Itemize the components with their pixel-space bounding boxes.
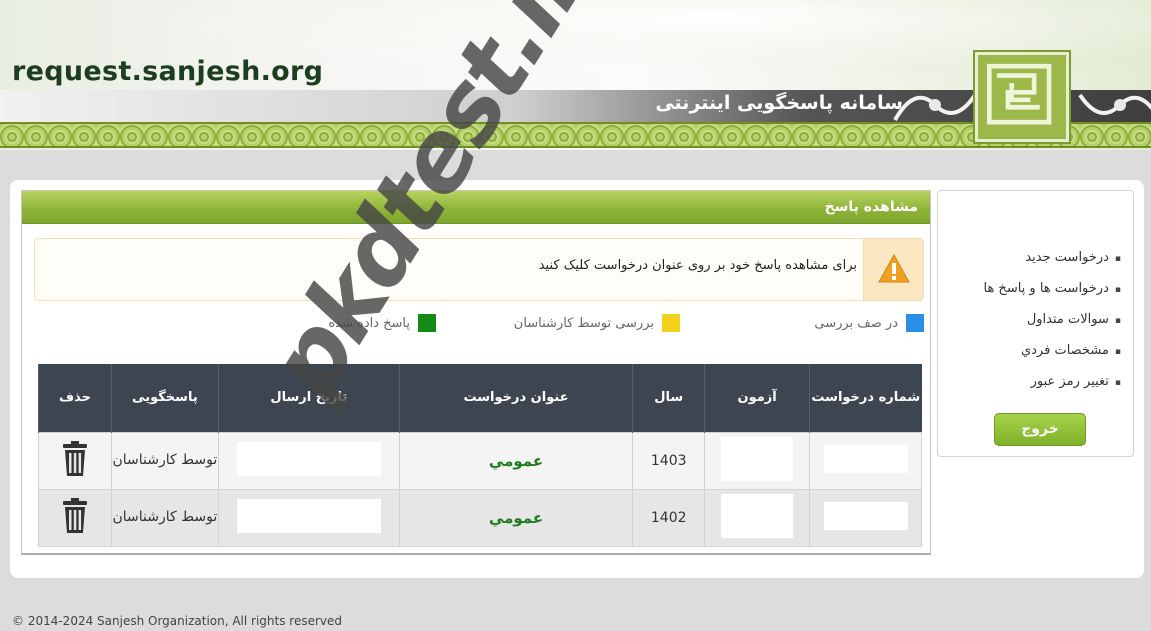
col-responder: پاسخگویی [110,364,219,432]
exam-cell [704,488,811,547]
delete-cell [38,431,112,490]
table-row: 1402 عمومي توسط کارشناسان [38,488,922,547]
sanjesh-logo [975,52,1069,142]
request-number-cell [809,431,922,490]
col-year: سال [632,364,705,432]
redacted-field [236,441,381,476]
legend-item-queued: در صف بررسی [814,313,924,333]
title-cell: عمومي [398,488,634,547]
sidebar-menu: درخواست جدید درخواست ها و پاسخ ها سوالات… [937,190,1134,457]
sidebar-item-profile[interactable]: مشخصات فردي [983,342,1121,373]
trash-icon[interactable] [61,440,89,478]
view-response-panel: مشاهده پاسخ برای مشاهده پاسخ خود بر روی … [21,190,931,555]
legend-label: پاسخ داده شده [328,315,410,331]
sidebar-list: درخواست جدید درخواست ها و پاسخ ها سوالات… [983,249,1121,404]
redacted-field [236,498,381,533]
ornament-left-icon [893,93,977,122]
footer-copyright: © 2014-2024 Sanjesh Organization, All ri… [12,614,343,628]
request-title-link[interactable]: عمومي [489,509,543,527]
request-number-cell [809,488,922,547]
request-title-link[interactable]: عمومي [489,452,543,470]
sanjesh-emblem-icon [987,63,1052,125]
alert-icon-cell [863,239,923,300]
responder-cell: توسط کارشناسان [110,488,219,547]
year-cell: 1402 [632,488,706,547]
info-alert: برای مشاهده پاسخ خود بر روی عنوان درخواس… [34,238,924,301]
table-row: 1403 عمومي توسط کارشناسان [38,431,922,490]
requests-table: شماره درخواست آزمون سال عنوان درخواست تا… [38,364,922,547]
site-url-logo: request.sanjesh.org [12,56,324,87]
sidebar-item-faq[interactable]: سوالات متداول [983,311,1121,342]
panel-title: مشاهده پاسخ [22,191,930,224]
redacted-field [823,444,908,473]
legend-swatch-green [418,314,436,332]
redacted-field [721,493,794,538]
legend-swatch-blue [906,314,924,332]
col-request-number: شماره درخواست [809,364,922,432]
legend-swatch-yellow [662,314,680,332]
legend-label: در صف بررسی [814,315,898,331]
send-date-cell [217,488,400,547]
alert-text: برای مشاهده پاسخ خود بر روی عنوان درخواس… [538,258,857,273]
title-cell: عمومي [398,431,634,490]
exam-cell [704,431,811,490]
col-delete: حذف [38,364,112,432]
sidebar-item-requests-responses[interactable]: درخواست ها و پاسخ ها [983,280,1121,311]
legend-label: بررسی توسط کارشناسان [513,315,654,331]
col-send-date: تاریخ ارسال [217,364,400,432]
trash-icon[interactable] [61,497,89,535]
send-date-cell [217,431,400,490]
legend-item-review: بررسی توسط کارشناسان [514,313,680,333]
site-header: request.sanjesh.org سامانه پاسخگویی اینت… [0,0,1151,150]
table-header-row: شماره درخواست آزمون سال عنوان درخواست تا… [38,364,922,432]
delete-cell [38,488,112,547]
redacted-field [823,501,908,530]
sidebar-item-change-password[interactable]: تغییر رمز عبور [983,373,1121,404]
col-exam: آزمون [704,364,810,432]
warning-icon [878,253,910,283]
system-title: سامانه پاسخگویی اینترنتی [655,92,903,114]
ornament-right-icon [1078,93,1151,115]
legend-item-answered: پاسخ داده شده [328,313,436,333]
year-cell: 1403 [632,431,706,490]
col-title: عنوان درخواست [398,364,633,432]
redacted-field [721,436,794,481]
responder-cell: توسط کارشناسان [110,431,219,490]
sidebar-item-new-request[interactable]: درخواست جدید [983,249,1121,280]
logout-button[interactable]: خروج [994,413,1086,446]
